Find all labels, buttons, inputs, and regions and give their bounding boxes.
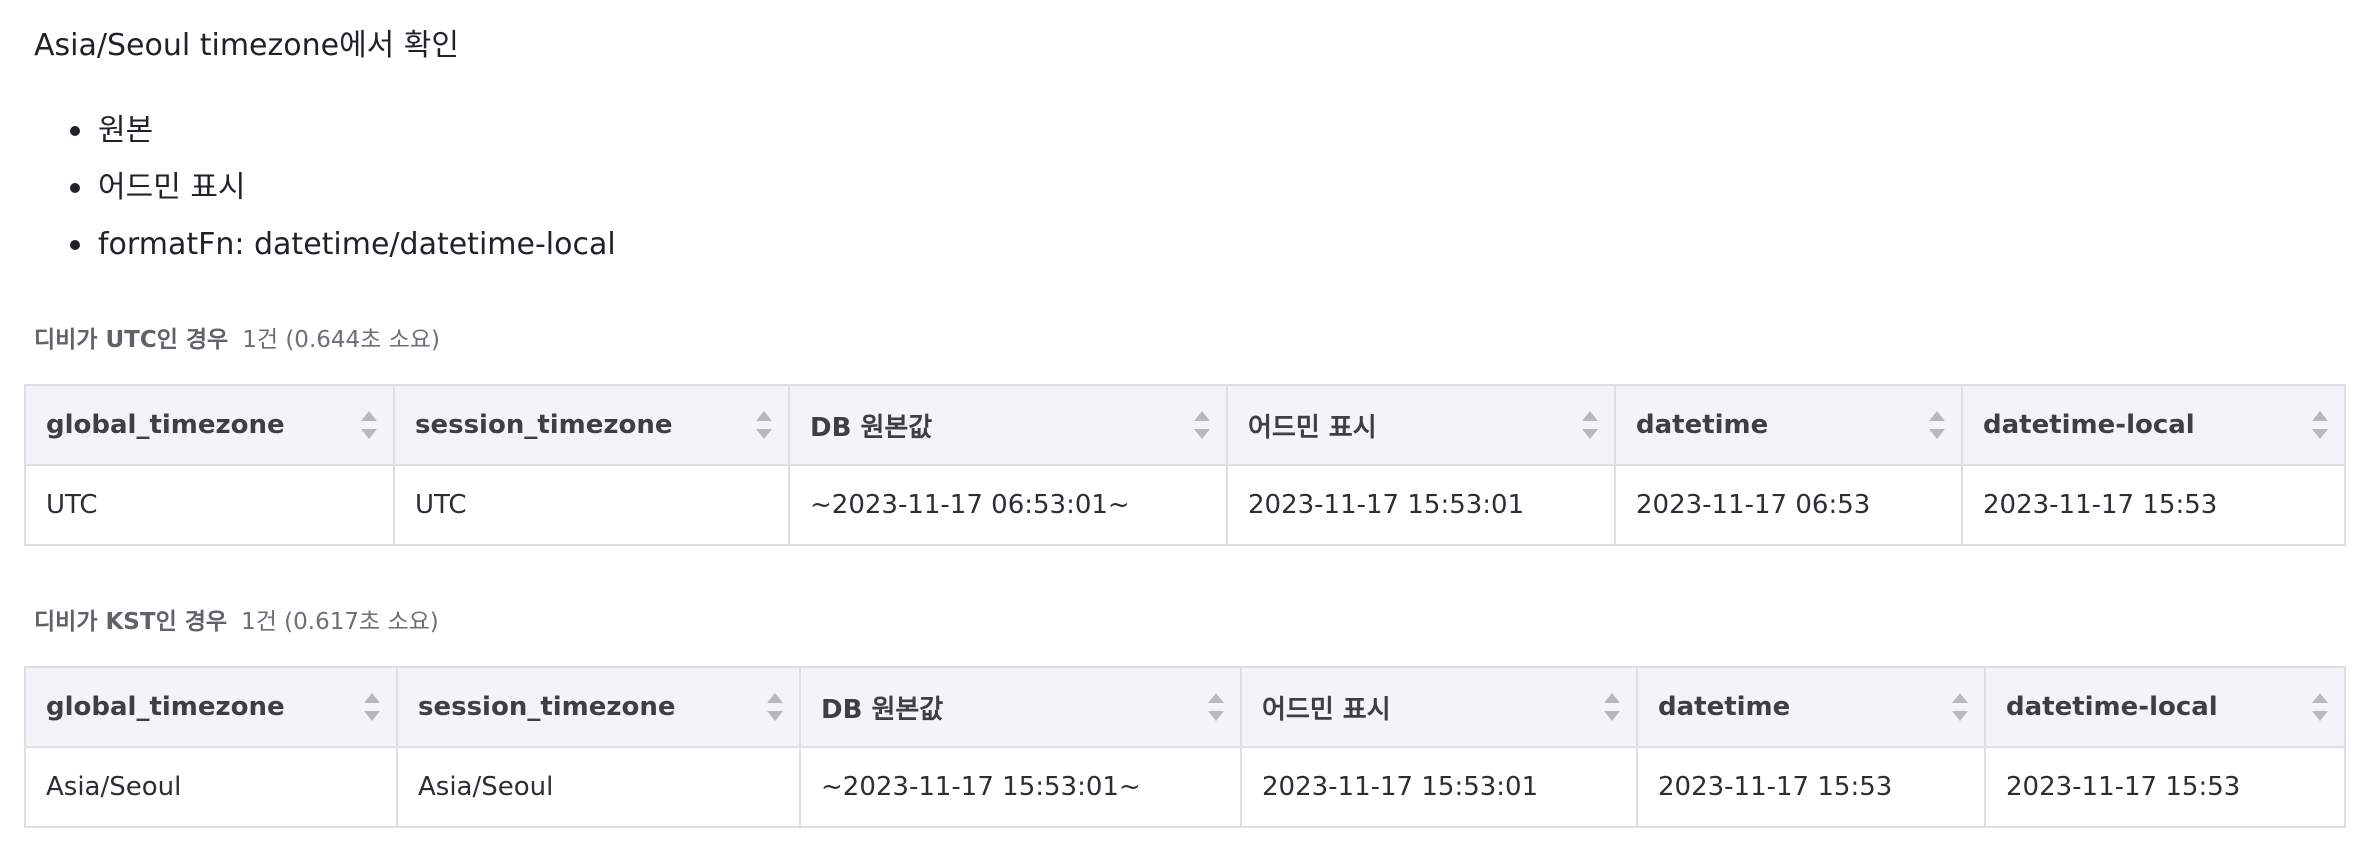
table-row: Asia/Seoul Asia/Seoul ~2023-11-17 15:53:… [24, 746, 2346, 828]
list-item: formatFn: datetime/datetime-local [68, 216, 616, 273]
table-header-row: global_timezone session_timezone DB 원본값 … [24, 666, 2346, 748]
sort-icon[interactable] [1192, 411, 1212, 439]
bullet-dot-icon [70, 183, 80, 193]
bullet-dot-icon [70, 126, 80, 136]
table-cell: UTC [393, 464, 790, 546]
table-cell: Asia/Seoul [396, 746, 801, 828]
sort-icon[interactable] [754, 411, 774, 439]
column-header-global-timezone[interactable]: global_timezone [24, 666, 398, 748]
table-title: 디비가 UTC인 경우 [34, 327, 229, 353]
table-cell: UTC [24, 464, 395, 546]
sort-icon[interactable] [2310, 411, 2330, 439]
table-cell: 2023-11-17 15:53 [1636, 746, 1986, 828]
sort-icon[interactable] [1602, 693, 1622, 721]
table-cell: Asia/Seoul [24, 746, 398, 828]
sort-icon[interactable] [1206, 693, 1226, 721]
bullet-list: 원본 어드민 표시 formatFn: datetime/datetime-lo… [68, 102, 616, 273]
column-header-admin-display[interactable]: 어드민 표시 [1226, 384, 1616, 466]
table-result-meta: 1건 (0.617초 소요) [241, 609, 439, 635]
list-item-text: 원본 [98, 113, 154, 148]
table-caption-utc: 디비가 UTC인 경우 1건 (0.644초 소요) [34, 324, 440, 356]
list-item: 원본 [68, 102, 616, 159]
sort-icon[interactable] [1927, 411, 1947, 439]
column-header-datetime-local[interactable]: datetime-local [1984, 666, 2346, 748]
list-item-text: 어드민 표시 [98, 170, 246, 205]
table-cell: ~2023-11-17 06:53:01~ [788, 464, 1228, 546]
column-header-session-timezone[interactable]: session_timezone [396, 666, 801, 748]
column-header-datetime[interactable]: datetime [1614, 384, 1963, 466]
sort-icon[interactable] [2310, 693, 2330, 721]
sort-icon[interactable] [1950, 693, 1970, 721]
column-header-global-timezone[interactable]: global_timezone [24, 384, 395, 466]
table-cell: 2023-11-17 15:53:01 [1226, 464, 1616, 546]
table-cell: ~2023-11-17 15:53:01~ [799, 746, 1242, 828]
sort-icon[interactable] [362, 693, 382, 721]
table-cell: 2023-11-17 15:53 [1961, 464, 2346, 546]
table-result-meta: 1건 (0.644초 소요) [242, 327, 440, 353]
result-table-kst: global_timezone session_timezone DB 원본값 … [24, 666, 2346, 828]
list-item: 어드민 표시 [68, 159, 616, 216]
table-cell: 2023-11-17 15:53 [1984, 746, 2346, 828]
column-header-datetime-local[interactable]: datetime-local [1961, 384, 2346, 466]
table-header-row: global_timezone session_timezone DB 원본값 … [24, 384, 2346, 466]
column-header-datetime[interactable]: datetime [1636, 666, 1986, 748]
sort-icon[interactable] [765, 693, 785, 721]
table-cell: 2023-11-17 15:53:01 [1240, 746, 1638, 828]
table-row: UTC UTC ~2023-11-17 06:53:01~ 2023-11-17… [24, 464, 2346, 546]
column-header-db-original[interactable]: DB 원본값 [788, 384, 1228, 466]
sort-icon[interactable] [359, 411, 379, 439]
column-header-admin-display[interactable]: 어드민 표시 [1240, 666, 1638, 748]
table-cell: 2023-11-17 06:53 [1614, 464, 1963, 546]
page: Asia/Seoul timezone에서 확인 원본 어드민 표시 forma… [0, 0, 2360, 862]
column-header-session-timezone[interactable]: session_timezone [393, 384, 790, 466]
sort-icon[interactable] [1580, 411, 1600, 439]
table-caption-kst: 디비가 KST인 경우 1건 (0.617초 소요) [34, 606, 439, 638]
page-heading: Asia/Seoul timezone에서 확인 [34, 28, 460, 63]
table-title: 디비가 KST인 경우 [34, 609, 228, 635]
list-item-text: formatFn: datetime/datetime-local [98, 227, 616, 262]
result-table-utc: global_timezone session_timezone DB 원본값 … [24, 384, 2346, 546]
column-header-db-original[interactable]: DB 원본값 [799, 666, 1242, 748]
bullet-dot-icon [70, 240, 80, 250]
